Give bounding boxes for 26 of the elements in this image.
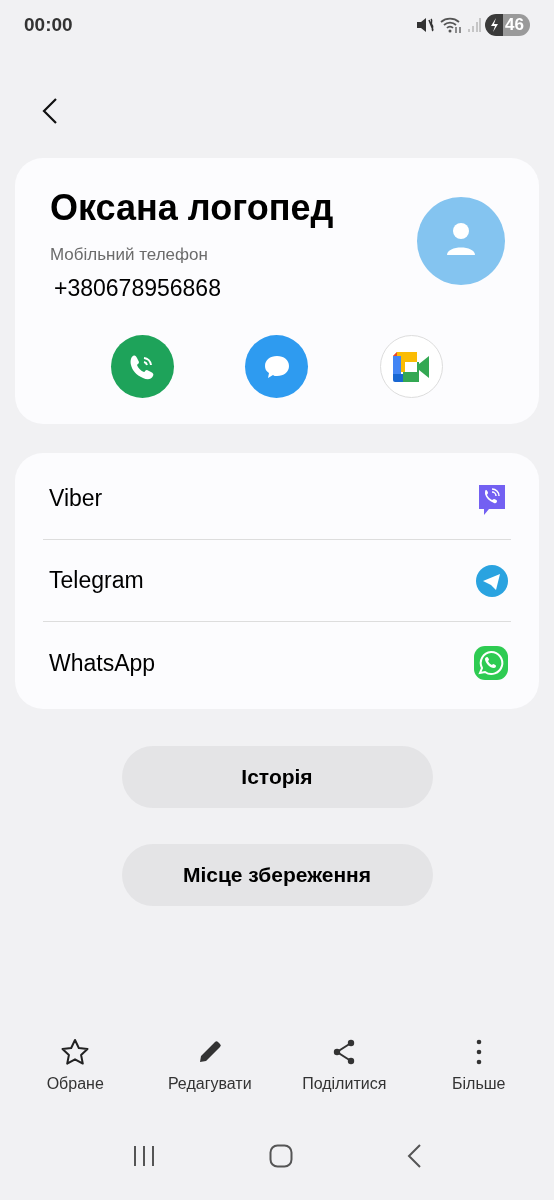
pill-button[interactable]: Історія (121, 746, 433, 808)
mute-icon (415, 16, 436, 34)
recent-apps-icon[interactable] (131, 1145, 156, 1167)
back-icon[interactable] (40, 97, 60, 125)
toolbar-button[interactable]: Обране (11, 1037, 140, 1096)
battery-indicator: 46 (485, 14, 530, 36)
app-label[interactable]: Telegram (49, 563, 144, 598)
more-icon (474, 1039, 483, 1065)
phone-label: Мобільний телефон (50, 244, 209, 266)
phone-number: +380678956868 (54, 273, 222, 303)
back-icon[interactable] (406, 1144, 423, 1168)
toolbar-button[interactable]: Редагувати (145, 1037, 274, 1096)
wifi-icon (439, 16, 464, 34)
app-label[interactable]: Viber (49, 481, 103, 516)
whatsapp-icon (473, 645, 509, 681)
star-icon (60, 1038, 91, 1066)
charging-icon (485, 14, 504, 36)
status-time: 00:00 (24, 12, 73, 37)
app-label[interactable]: WhatsApp (49, 645, 156, 681)
pill-button[interactable]: Місце збереження (121, 844, 433, 906)
signal-icon (467, 17, 482, 33)
paper-plane-icon (475, 563, 509, 598)
contact-name: Оксана логопед (50, 186, 334, 230)
toolbar-button[interactable]: Більше (414, 1037, 543, 1096)
home-icon[interactable] (269, 1144, 293, 1168)
toolbar-button[interactable]: Поділитися (280, 1037, 409, 1096)
